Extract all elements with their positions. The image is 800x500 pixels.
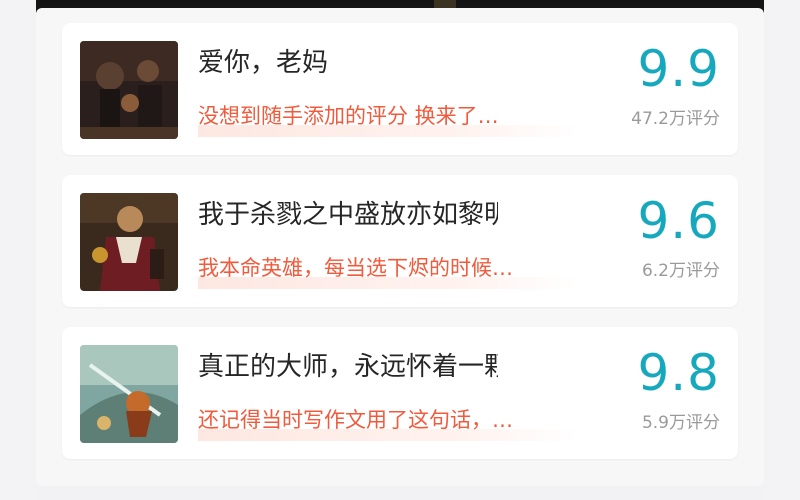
card-score: 9.6 [637, 192, 720, 250]
hero-artwork-dark-icon [80, 41, 178, 139]
card-rating-count: 6.2万评分 [641, 261, 720, 281]
card-score: 9.9 [637, 40, 720, 98]
card-title: 真正的大师，永远怀着一颗学… [198, 352, 498, 382]
card-comment: 还记得当时写作文用了这句话，… [198, 408, 513, 432]
right-margin [764, 0, 800, 500]
card-comment: 没想到随手添加的评分 换来了… [198, 104, 499, 128]
rating-card[interactable]: 我于杀戮之中盛放亦如黎明中… 我本命英雄，每当选下烬的时候… 9.6 6.2万评… [62, 175, 738, 307]
left-margin [0, 0, 36, 500]
hero-artwork-swordsman-icon [80, 345, 178, 443]
card-rating-count: 5.9万评分 [641, 413, 720, 433]
card-title: 我于杀戮之中盛放亦如黎明中… [198, 200, 498, 230]
rating-card[interactable]: 爱你，老妈 没想到随手添加的评分 换来了… 9.9 47.2万评分 [62, 23, 738, 155]
rating-card[interactable]: 真正的大师，永远怀着一颗学… 还记得当时写作文用了这句话，… 9.8 5.9万评… [62, 327, 738, 459]
card-rating-count: 47.2万评分 [631, 109, 720, 129]
hero-artwork-masked-icon [80, 193, 178, 291]
card-score: 9.8 [637, 344, 720, 402]
card-title: 爱你，老妈 [198, 48, 329, 78]
card-comment: 我本命英雄，每当选下烬的时候… [198, 256, 513, 280]
